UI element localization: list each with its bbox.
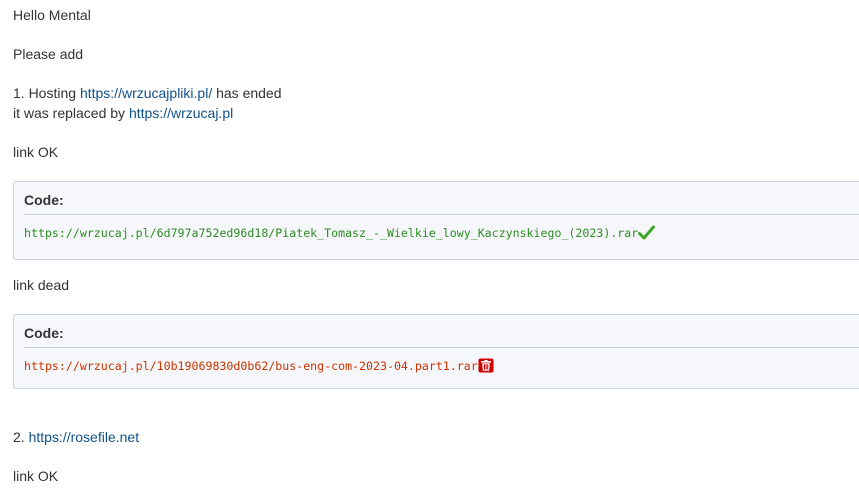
- trash-icon: [478, 358, 494, 377]
- checkmark-icon: [638, 225, 656, 244]
- code-title: Code:: [24, 192, 64, 208]
- link-ok-label-2: link OK: [13, 468, 59, 484]
- forum-post-body: Hello Mental Please add 1. Hosting https…: [0, 0, 859, 488]
- item2-prefix: 2.: [13, 429, 29, 445]
- code-url-dead[interactable]: https://wrzucaj.pl/10b19069830d0b62/bus-…: [24, 359, 478, 373]
- greeting-text: Hello Mental: [13, 7, 91, 23]
- replaced-text: it was replaced by: [13, 105, 129, 121]
- code-box-ok: Code: https://wrzucaj.pl/6d797a752ed96d1…: [13, 181, 859, 260]
- code-url-ok[interactable]: https://wrzucaj.pl/6d797a752ed96d18/Piat…: [24, 226, 638, 240]
- new-host-link[interactable]: https://wrzucaj.pl: [129, 105, 233, 121]
- link-ok-label-1: link OK: [13, 144, 59, 160]
- code-title: Code:: [24, 325, 64, 341]
- item1-prefix: 1. Hosting: [13, 85, 80, 101]
- item1-suffix: has ended: [212, 85, 282, 101]
- item1-line: 1. Hosting https://wrzucajpliki.pl/ has …: [13, 83, 282, 103]
- code-divider: [24, 347, 859, 348]
- request-text: Please add: [13, 46, 84, 62]
- replaced-line: it was replaced by https://wrzucaj.pl: [13, 103, 233, 123]
- code-content-ok[interactable]: https://wrzucaj.pl/6d797a752ed96d18/Piat…: [24, 225, 656, 244]
- code-divider: [24, 214, 859, 215]
- code-content-dead[interactable]: https://wrzucaj.pl/10b19069830d0b62/bus-…: [24, 358, 494, 377]
- item2-line: 2. https://rosefile.net: [13, 427, 139, 447]
- link-dead-label: link dead: [13, 277, 70, 293]
- rosefile-link[interactable]: https://rosefile.net: [29, 429, 140, 445]
- old-host-link[interactable]: https://wrzucajpliki.pl/: [80, 85, 212, 101]
- code-box-dead: Code: https://wrzucaj.pl/10b19069830d0b6…: [13, 314, 859, 389]
